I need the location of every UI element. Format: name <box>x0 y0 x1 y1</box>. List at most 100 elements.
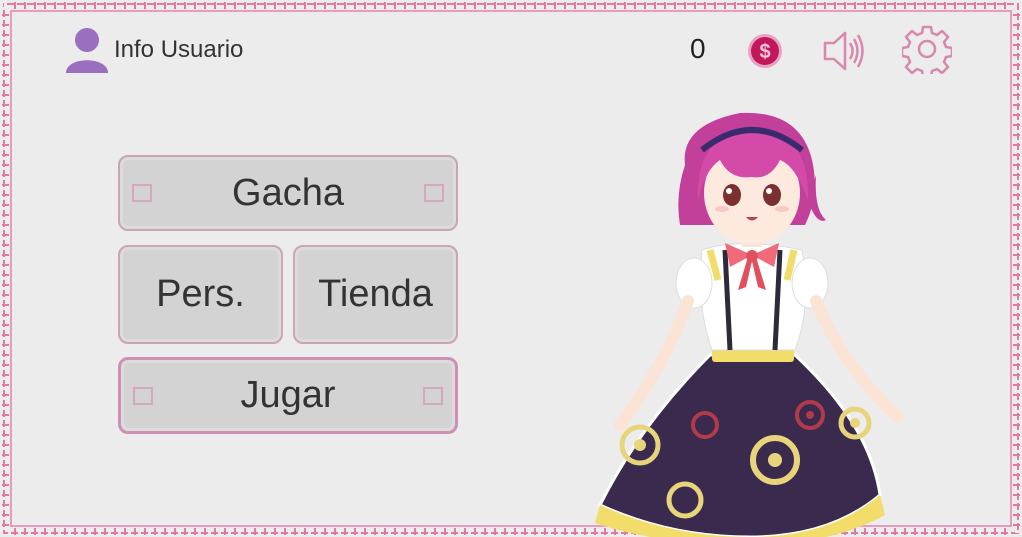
border-stitch <box>1013 244 1020 246</box>
border-stitch <box>2 414 9 416</box>
border-stitch <box>474 2 476 9</box>
border-stitch <box>204 2 206 9</box>
border-stitch <box>1013 254 1020 256</box>
border-stitch <box>494 2 496 9</box>
border-stitch <box>444 528 446 535</box>
border-stitch <box>224 528 226 535</box>
border-stitch <box>644 2 646 9</box>
gear-icon[interactable] <box>902 24 952 74</box>
border-stitch <box>244 2 246 9</box>
border-stitch <box>1013 454 1020 456</box>
border-stitch <box>344 2 346 9</box>
border-stitch <box>264 528 266 535</box>
border-stitch <box>524 2 526 9</box>
border-stitch <box>1013 224 1020 226</box>
border-stitch <box>2 154 9 156</box>
border-stitch <box>484 2 486 9</box>
border-stitch <box>154 528 156 535</box>
border-stitch <box>2 364 9 366</box>
border-stitch <box>144 528 146 535</box>
border-stitch <box>1013 74 1020 76</box>
border-stitch <box>204 528 206 535</box>
shop-label: Tienda <box>318 273 433 315</box>
border-stitch <box>354 528 356 535</box>
border-stitch <box>1013 234 1020 236</box>
shop-button[interactable]: Tienda <box>293 245 458 344</box>
border-stitch <box>2 474 9 476</box>
border-stitch <box>1013 344 1020 346</box>
border-stitch <box>704 2 706 9</box>
sound-icon[interactable] <box>822 28 866 74</box>
border-stitch <box>384 2 386 9</box>
border-stitch <box>1013 514 1020 516</box>
border-stitch <box>1013 194 1020 196</box>
border-stitch <box>24 528 26 535</box>
border-stitch <box>984 2 986 9</box>
border-stitch <box>2 224 9 226</box>
border-stitch <box>1013 44 1020 46</box>
border-stitch <box>394 528 396 535</box>
border-stitch <box>2 264 9 266</box>
border-stitch <box>564 528 566 535</box>
border-stitch <box>1013 174 1020 176</box>
border-stitch <box>2 434 9 436</box>
border-stitch <box>34 528 36 535</box>
border-stitch <box>434 528 436 535</box>
border-stitch <box>2 234 9 236</box>
border-stitch <box>164 2 166 9</box>
border-stitch <box>1013 304 1020 306</box>
border-stitch <box>894 2 896 9</box>
border-stitch <box>694 2 696 9</box>
border-stitch <box>1013 124 1020 126</box>
border-stitch <box>1013 164 1020 166</box>
border-stitch <box>614 2 616 9</box>
border-stitch <box>2 424 9 426</box>
border-stitch <box>304 2 306 9</box>
border-stitch <box>74 528 76 535</box>
border-stitch <box>414 2 416 9</box>
border-stitch <box>424 2 426 9</box>
border-stitch <box>464 528 466 535</box>
border-stitch <box>754 2 756 9</box>
characters-button[interactable]: Pers. <box>118 245 283 344</box>
border-stitch <box>534 2 536 9</box>
border-stitch <box>974 2 976 9</box>
gacha-label: Gacha <box>232 171 344 214</box>
border-stitch <box>1013 104 1020 106</box>
border-stitch <box>284 2 286 9</box>
gacha-button[interactable]: Gacha <box>118 155 458 231</box>
border-stitch <box>564 2 566 9</box>
border-stitch <box>2 44 9 46</box>
border-stitch <box>1013 184 1020 186</box>
border-stitch <box>2 354 9 356</box>
border-stitch <box>1013 284 1020 286</box>
border-stitch <box>674 2 676 9</box>
border-stitch <box>624 2 626 9</box>
border-stitch <box>1013 214 1020 216</box>
play-button[interactable]: Jugar <box>118 357 458 434</box>
border-stitch <box>2 304 9 306</box>
corner-decoration <box>423 386 443 405</box>
border-stitch <box>274 2 276 9</box>
border-stitch <box>2 84 9 86</box>
border-stitch <box>1013 54 1020 56</box>
border-stitch <box>2 74 9 76</box>
border-stitch <box>1013 414 1020 416</box>
border-stitch <box>934 2 936 9</box>
border-stitch <box>1004 2 1006 9</box>
border-stitch <box>334 2 336 9</box>
border-stitch <box>34 2 36 9</box>
border-stitch <box>54 2 56 9</box>
border-stitch <box>1013 14 1020 16</box>
user-info-button[interactable]: Info Usuario <box>64 26 243 74</box>
border-stitch <box>64 2 66 9</box>
border-stitch <box>324 528 326 535</box>
border-stitch <box>124 2 126 9</box>
border-stitch <box>2 144 9 146</box>
border-stitch <box>1013 504 1020 506</box>
border-stitch <box>964 2 966 9</box>
border-stitch <box>174 2 176 9</box>
border-stitch <box>214 2 216 9</box>
border-stitch <box>404 528 406 535</box>
border-stitch <box>2 314 9 316</box>
